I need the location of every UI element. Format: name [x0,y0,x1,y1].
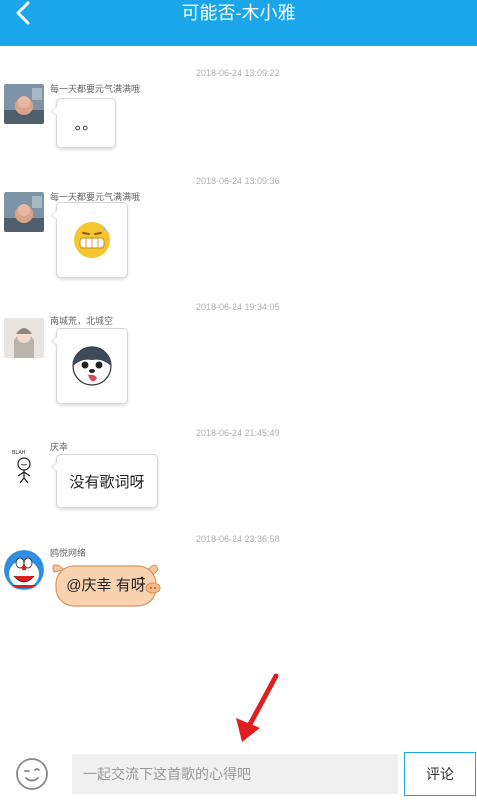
message-bubble[interactable]: 没有歌词呀 [51,454,158,508]
avatar[interactable] [4,192,44,232]
username: 庆幸 [50,442,69,452]
top-bar: 可能否-木小雅 [0,0,477,46]
red-arrow-icon [236,673,279,742]
comment-list: 2018-06-24 13:09:22 每一天都要元气满满哦 。。 2018-0… [0,46,477,746]
svg-text:BLAH: BLAH [12,450,26,456]
comment-input[interactable] [72,754,398,794]
message-bubble[interactable] [51,202,128,278]
message-bubble[interactable]: 。。 [51,98,116,148]
page-title: 可能否-木小雅 [181,3,296,23]
message-text: 。。 [74,115,98,133]
submit-comment-button[interactable]: 评论 [404,752,476,796]
username: 每一天都要元气满满哦 [50,84,141,94]
message-text: 没有歌词呀 [69,473,145,491]
avatar[interactable] [4,84,44,124]
message-timestamp: 2018-06-24 23:36:58 [196,534,280,544]
message-text: @庆幸 有呀 [66,576,146,594]
message-timestamp: 2018-06-24 21:45:49 [196,428,280,438]
message-timestamp: 2018-06-24 19:34:05 [196,302,280,312]
message-timestamp: 2018-06-24 13:09:36 [196,176,280,186]
avatar[interactable] [4,550,44,590]
avatar[interactable] [4,318,44,358]
avatar[interactable]: BLAH [4,444,44,484]
message-bubble[interactable] [51,328,128,404]
username: 南城荒，北城空 [50,316,114,326]
message-bubble[interactable]: @庆幸 有呀 [50,558,162,610]
sweating-face-emoji [74,222,110,258]
comment-input-bar: 评论 [0,746,477,800]
husky-tongue-sticker [72,346,112,386]
smiley-face-icon[interactable] [14,756,50,792]
message-timestamp: 2018-06-24 13:09:22 [196,68,280,78]
